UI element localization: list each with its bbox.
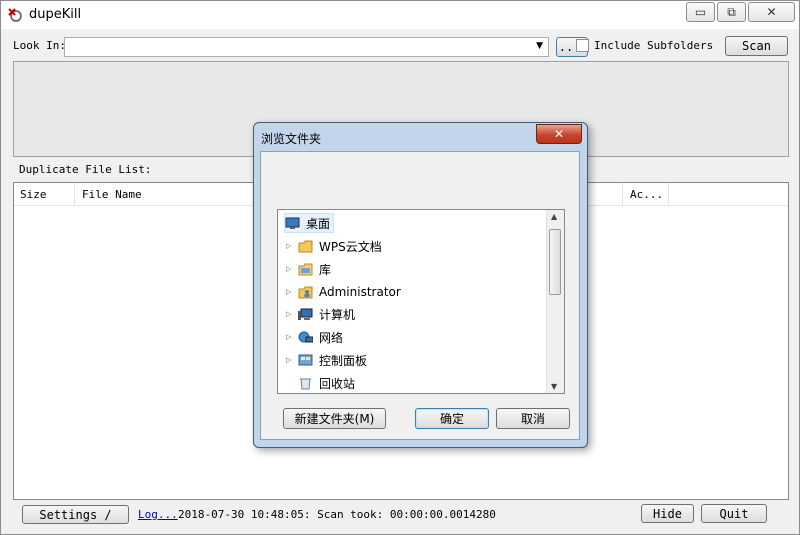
quit-button-label: Quit — [719, 506, 749, 521]
status-text: 2018-07-30 10:48:05: Scan took: 00:00:00… — [178, 508, 496, 521]
tree-item-label: 回收站 — [319, 376, 356, 391]
recycle-bin-icon — [298, 377, 313, 390]
look-in-combobox[interactable]: ▼ — [64, 37, 549, 57]
scroll-up-icon[interactable]: ▲ — [551, 212, 557, 221]
expand-arrow-icon[interactable]: ▷ — [286, 242, 294, 250]
quit-button[interactable]: Quit — [701, 504, 767, 523]
column-file-name[interactable]: File Name — [82, 188, 142, 201]
tree-item-label: 控制面板 — [319, 353, 368, 368]
expand-arrow-icon[interactable]: ▷ — [286, 288, 294, 296]
new-folder-button-label: 新建文件夹(M) — [294, 412, 375, 426]
dialog-title: 浏览文件夹 — [261, 132, 322, 146]
scroll-down-icon[interactable]: ▼ — [551, 382, 557, 391]
network-icon — [298, 331, 313, 344]
column-divider[interactable] — [74, 183, 75, 205]
app-icon — [8, 8, 22, 22]
tree-item-wps[interactable]: ▷ WPS云文档 — [286, 237, 382, 255]
ok-button-label: 确定 — [439, 412, 464, 426]
browse-folder-dialog: 浏览文件夹 ✕ 桌面 ▷ WPS云文档 ▷ 库 ▷ Administrator — [253, 122, 588, 448]
desktop-icon — [285, 217, 300, 230]
tree-item-label: 库 — [319, 262, 332, 277]
tree-item-computer[interactable]: ▷ 计算机 — [286, 305, 355, 323]
folder-icon — [298, 240, 313, 253]
expand-arrow-icon[interactable]: ▷ — [286, 265, 294, 273]
maximize-button[interactable]: ⧉ — [717, 2, 746, 22]
minimize-button[interactable]: ▭ — [686, 2, 715, 22]
scan-button[interactable]: Scan — [725, 36, 788, 56]
tree-item-administrator[interactable]: ▷ Administrator — [286, 283, 401, 301]
expand-arrow-icon[interactable]: ▷ — [286, 356, 294, 364]
expand-arrow-icon[interactable]: ▷ — [286, 310, 294, 318]
tree-item-label: 桌面 — [306, 216, 331, 231]
settings-button-label: Settings / — [39, 507, 112, 522]
tree-item-desktop[interactable]: 桌面 — [284, 213, 335, 233]
title-bar[interactable]: dupeKill ▭ ⧉ ✕ — [1, 1, 799, 29]
window-title: dupeKill — [29, 7, 82, 22]
column-divider[interactable] — [622, 183, 623, 205]
tree-item-label: Administrator — [319, 285, 401, 299]
column-size[interactable]: Size — [20, 188, 47, 201]
cancel-button[interactable]: 取消 — [496, 408, 570, 429]
dropdown-arrow-icon[interactable]: ▼ — [536, 41, 543, 51]
look-in-label: Look In: — [13, 39, 66, 52]
browse-button-label: .. — [558, 40, 574, 54]
include-subfolders-checkbox[interactable] — [576, 39, 589, 52]
column-action[interactable]: Ac... — [630, 188, 663, 201]
control-panel-icon — [298, 354, 313, 367]
close-icon: ✕ — [766, 5, 777, 19]
duplicate-list-label: Duplicate File List: — [19, 163, 152, 176]
hide-button[interactable]: Hide — [641, 504, 694, 523]
tree-item-control-panel[interactable]: ▷ 控制面板 — [286, 351, 367, 369]
folder-tree[interactable]: 桌面 ▷ WPS云文档 ▷ 库 ▷ Administrator ▷ 计算机 ▷ … — [277, 209, 565, 394]
dialog-close-button[interactable]: ✕ — [536, 124, 582, 144]
computer-icon — [298, 308, 313, 321]
tree-item-library[interactable]: ▷ 库 — [286, 260, 331, 278]
log-link[interactable]: Log... — [138, 508, 178, 521]
tree-item-label: 网络 — [319, 330, 344, 345]
new-folder-button[interactable]: 新建文件夹(M) — [283, 408, 386, 429]
minimize-icon: ▭ — [694, 5, 707, 19]
restore-icon: ⧉ — [727, 4, 736, 19]
hide-button-label: Hide — [653, 506, 682, 521]
scrollbar-thumb[interactable] — [549, 229, 561, 295]
cancel-button-label: 取消 — [520, 412, 545, 426]
scan-button-label: Scan — [742, 39, 771, 53]
column-divider[interactable] — [668, 183, 669, 205]
library-icon — [298, 263, 313, 276]
user-folder-icon — [298, 286, 313, 299]
dialog-body: 桌面 ▷ WPS云文档 ▷ 库 ▷ Administrator ▷ 计算机 ▷ … — [260, 151, 580, 440]
expand-arrow-icon[interactable]: ▷ — [286, 333, 294, 341]
tree-item-network[interactable]: ▷ 网络 — [286, 328, 343, 346]
tree-item-label: 计算机 — [319, 307, 356, 322]
close-button[interactable]: ✕ — [748, 2, 795, 22]
tree-scrollbar[interactable]: ▲ ▼ — [546, 210, 564, 393]
tree-item-recycle-bin[interactable]: 回收站 — [298, 374, 355, 392]
close-icon: ✕ — [553, 127, 565, 141]
ok-button[interactable]: 确定 — [415, 408, 489, 429]
tree-item-label: WPS云文档 — [319, 239, 382, 254]
settings-button[interactable]: Settings / — [22, 505, 129, 524]
include-subfolders-label[interactable]: Include Subfolders — [594, 39, 713, 52]
